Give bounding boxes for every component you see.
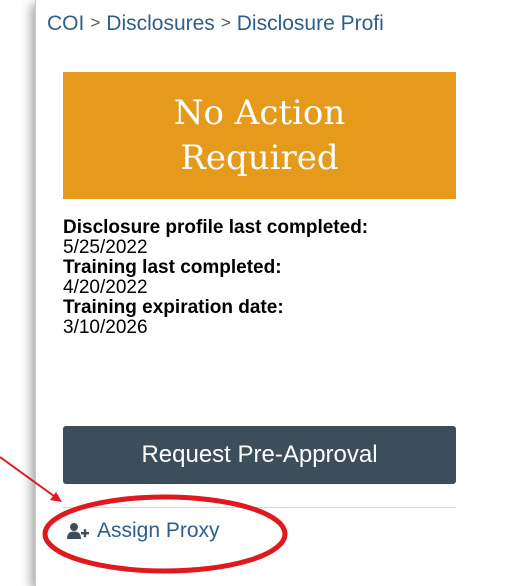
annotation-overlay [0, 456, 288, 574]
annotation-arrow-line [0, 456, 59, 500]
annotation-circle [42, 494, 288, 574]
